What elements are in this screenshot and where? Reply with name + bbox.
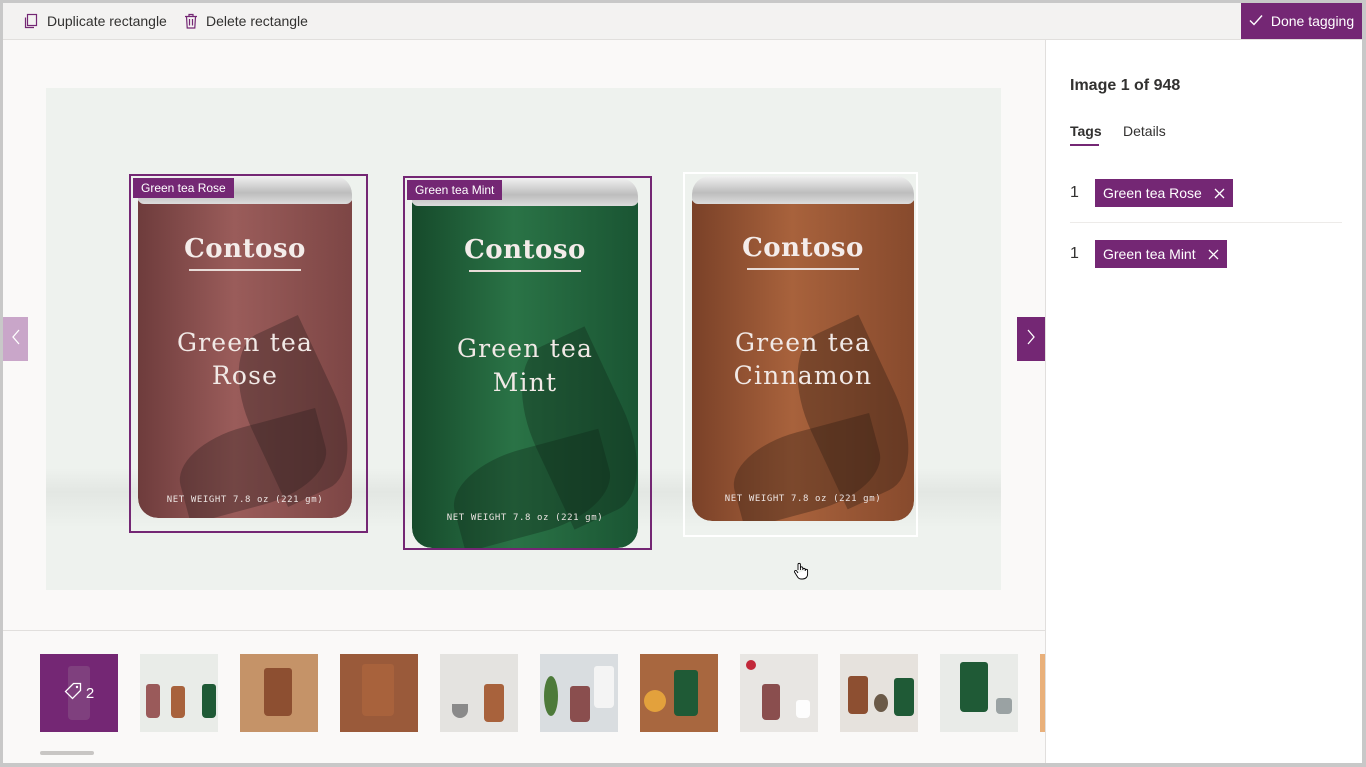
thumb-can (848, 676, 868, 714)
thumbnail[interactable] (540, 654, 618, 732)
tag-region-count: 1 (1070, 245, 1079, 262)
tag-chip[interactable]: Green tea Mint (1095, 240, 1227, 268)
chevron-left-icon (11, 329, 21, 350)
tab-details[interactable]: Details (1123, 123, 1166, 139)
delete-rectangle-button[interactable]: Delete rectangle (184, 3, 308, 39)
thumb-pumpkin (644, 690, 666, 712)
tab-tags[interactable]: Tags (1070, 123, 1102, 139)
thumb-can (202, 684, 216, 718)
thumb-can (570, 686, 590, 722)
region-box-rose[interactable]: Green tea Rose (129, 174, 368, 533)
checkmark-icon (1249, 13, 1263, 29)
thumb-can (484, 684, 504, 722)
done-tagging-label: Done tagging (1270, 13, 1355, 29)
delete-rectangle-label: Delete rectangle (206, 13, 308, 29)
region-tag-label: Green tea Rose (133, 178, 234, 198)
thumb-jar (594, 666, 614, 708)
thumbnail[interactable] (840, 654, 918, 732)
duplicate-rectangle-label: Duplicate rectangle (47, 13, 167, 29)
tagging-window: Duplicate rectangle Delete rectangle Don… (3, 3, 1362, 763)
thumbnail[interactable] (740, 654, 818, 732)
thumb-cup (452, 704, 468, 718)
tag-chip[interactable]: Green tea Rose (1095, 179, 1233, 207)
thumb-cup (996, 698, 1012, 714)
done-tagging-button[interactable]: Done tagging (1241, 3, 1362, 39)
region-box-untagged[interactable] (683, 172, 918, 537)
toolbar: Duplicate rectangle Delete rectangle Don… (3, 3, 1362, 40)
previous-image-button[interactable] (3, 317, 28, 361)
tag-chip-label: Green tea Mint (1103, 246, 1196, 262)
thumb-plant (544, 676, 558, 716)
trash-icon (184, 13, 198, 29)
tag-chip-label: Green tea Rose (1103, 185, 1202, 201)
tag-icon (64, 682, 82, 704)
thumb-can (894, 678, 914, 716)
tag-pane: Image 1 of 948 Tags Details 1 Green tea … (1045, 40, 1362, 763)
thumb-pinecone (874, 694, 888, 712)
tag-count-value: 2 (85, 684, 95, 702)
thumb-can (264, 668, 292, 716)
tag-row: 1 Green tea Mint (1070, 240, 1342, 280)
hand-pointer-icon (793, 562, 809, 585)
thumbnail-selected[interactable]: 2 (40, 654, 118, 732)
tag-row: 1 Green tea Rose (1070, 179, 1342, 219)
thumbnail[interactable] (340, 654, 418, 732)
thumb-cup (796, 700, 810, 718)
thumb-can (762, 684, 780, 720)
remove-tag-icon[interactable] (1208, 249, 1219, 260)
thumb-can (171, 686, 185, 718)
tag-region-count: 1 (1070, 184, 1079, 201)
chevron-right-icon (1026, 329, 1036, 350)
thumb-can (146, 684, 160, 718)
tab-underline (1070, 144, 1099, 146)
remove-tag-icon[interactable] (1214, 188, 1225, 199)
thumb-can (960, 662, 988, 712)
image-counter: Image 1 of 948 (1070, 77, 1181, 94)
thumbnail[interactable] (440, 654, 518, 732)
region-box-mint[interactable]: Green tea Mint (403, 176, 652, 550)
region-tag-label: Green tea Mint (407, 180, 503, 200)
next-image-button[interactable] (1017, 317, 1045, 361)
thumbnail-strip: 2 (3, 630, 1045, 763)
thumbnail[interactable] (640, 654, 718, 732)
duplicate-rectangle-button[interactable]: Duplicate rectangle (23, 3, 167, 39)
thumb-can (362, 664, 394, 716)
thumb-can (674, 670, 698, 716)
strip-scrollbar[interactable] (40, 751, 94, 755)
tag-count-badge: 2 (40, 654, 118, 732)
image-canvas: Contoso Green tea Rose NET WEIGHT 7.8 oz… (3, 40, 1045, 630)
duplicate-icon (23, 13, 39, 29)
thumbnail[interactable] (940, 654, 1018, 732)
row-divider (1070, 222, 1342, 223)
thumbnail[interactable] (240, 654, 318, 732)
thumb-rose (746, 660, 756, 670)
thumbnail[interactable] (140, 654, 218, 732)
